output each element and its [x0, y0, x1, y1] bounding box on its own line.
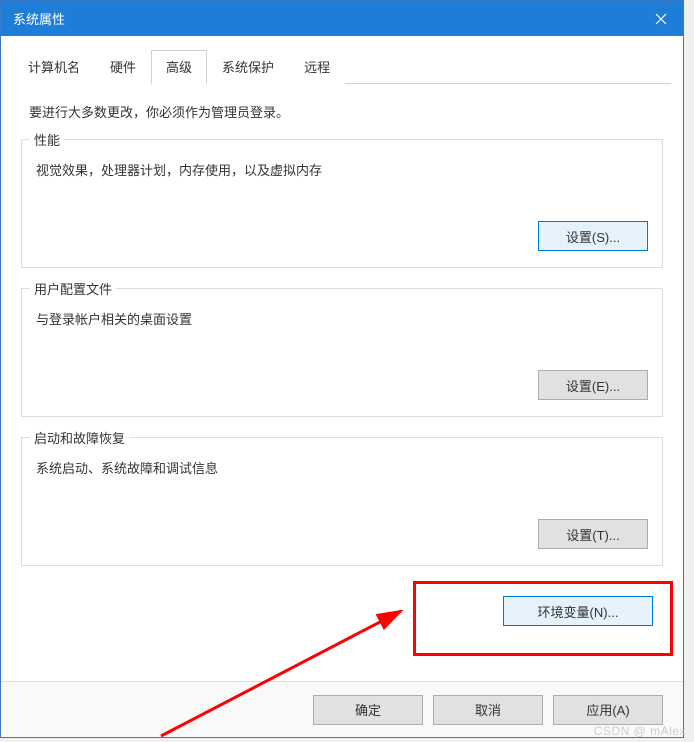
group-startup-title: 启动和故障恢复 [30, 428, 129, 447]
tabs: 计算机名 硬件 高级 系统保护 远程 [13, 50, 671, 84]
system-properties-window: 系统属性 计算机名 硬件 高级 系统保护 远程 要进行大多数更改，你必须作为管理… [0, 0, 684, 738]
dialog-footer: 确定 取消 应用(A) [1, 681, 683, 737]
group-performance: 性能 视觉效果，处理器计划，内存使用，以及虚拟内存 设置(S)... [21, 139, 663, 268]
cancel-button[interactable]: 取消 [433, 695, 543, 725]
startup-settings-button[interactable]: 设置(T)... [538, 519, 648, 549]
group-startup-desc: 系统启动、系统故障和调试信息 [36, 458, 648, 477]
performance-settings-button[interactable]: 设置(S)... [538, 221, 648, 251]
group-user-profiles-title: 用户配置文件 [30, 279, 116, 298]
environment-variables-button[interactable]: 环境变量(N)... [503, 596, 653, 626]
env-vars-row: 环境变量(N)... [21, 586, 663, 626]
tab-system-protection[interactable]: 系统保护 [207, 50, 289, 84]
group-performance-desc: 视觉效果，处理器计划，内存使用，以及虚拟内存 [36, 160, 648, 179]
watermark: CSDN @ mAlex [594, 724, 686, 738]
group-startup-recovery: 启动和故障恢复 系统启动、系统故障和调试信息 设置(T)... [21, 437, 663, 566]
tabs-container: 计算机名 硬件 高级 系统保护 远程 [1, 36, 683, 84]
group-user-profiles: 用户配置文件 与登录帐户相关的桌面设置 设置(E)... [21, 288, 663, 417]
tab-remote[interactable]: 远程 [289, 50, 345, 84]
tab-content-advanced: 要进行大多数更改，你必须作为管理员登录。 性能 视觉效果，处理器计划，内存使用，… [1, 84, 683, 626]
admin-notice: 要进行大多数更改，你必须作为管理员登录。 [29, 102, 655, 121]
close-icon [655, 13, 667, 25]
tab-computer-name[interactable]: 计算机名 [13, 50, 95, 84]
titlebar: 系统属性 [1, 1, 683, 36]
ok-button[interactable]: 确定 [313, 695, 423, 725]
tab-advanced[interactable]: 高级 [151, 50, 207, 84]
window-title: 系统属性 [13, 9, 638, 28]
apply-button[interactable]: 应用(A) [553, 695, 663, 725]
user-profiles-settings-button[interactable]: 设置(E)... [538, 370, 648, 400]
tab-hardware[interactable]: 硬件 [95, 50, 151, 84]
group-performance-title: 性能 [30, 130, 64, 149]
close-button[interactable] [638, 1, 683, 36]
group-user-profiles-desc: 与登录帐户相关的桌面设置 [36, 309, 648, 328]
